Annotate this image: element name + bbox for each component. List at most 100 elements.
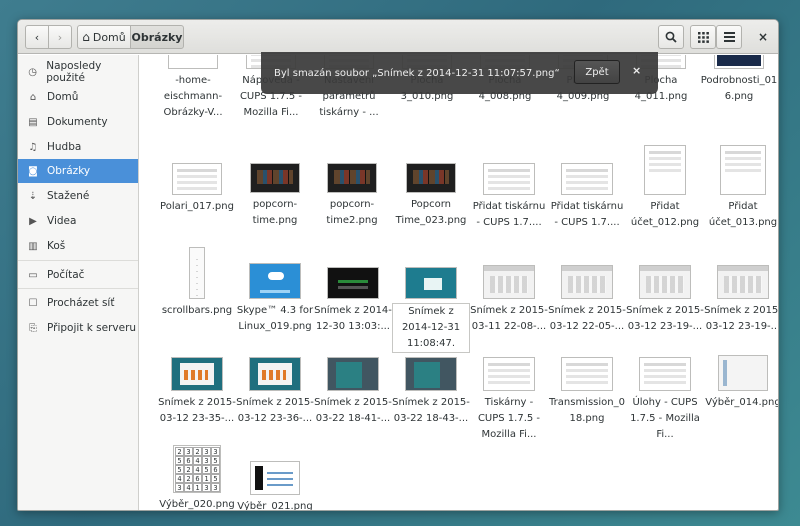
file-item[interactable]: scrollbars.png — [158, 247, 236, 319]
undo-notification: Byl smazán soubor „Snímek z 2014-12-31 1… — [261, 52, 658, 94]
file-thumbnail — [720, 145, 766, 195]
file-item[interactable]: Přidat tiskárnu - CUPS 1.7.... — [548, 163, 626, 231]
file-name: scrollbars.png — [161, 305, 233, 316]
puzzle-cell: 4 — [175, 474, 184, 483]
file-thumbnail — [405, 357, 457, 391]
notification-close-icon[interactable]: × — [632, 64, 641, 77]
sidebar-item-documents[interactable]: ▤ Dokumenty — [18, 110, 138, 134]
search-icon — [665, 31, 677, 43]
file-item[interactable]: Tiskárny - CUPS 1.7.5 - Mozilla Fi... — [470, 357, 548, 443]
file-grid: -home-eischmann-Obrázky-V... Nápověda - … — [140, 55, 778, 510]
file-item[interactable]: Snímek z 2015-03-11 22-08-... — [470, 265, 548, 335]
file-item[interactable]: Snímek z 2015-03-22 18-43-... — [392, 357, 470, 427]
sidebar-item-label: Počítač — [47, 269, 85, 281]
view-mode-button[interactable] — [690, 25, 716, 49]
file-name: Podrobnosti_016.png — [700, 75, 778, 102]
camera-icon: ◙ — [28, 165, 38, 177]
sidebar-item-label: Stažené — [47, 190, 90, 202]
file-thumbnail — [483, 265, 535, 299]
puzzle-cell: 6 — [211, 465, 220, 474]
undo-button-label: Zpět — [585, 66, 609, 78]
breadcrumb-current[interactable]: Obrázky — [130, 25, 184, 49]
home-icon: ⌂ — [29, 91, 37, 103]
file-item[interactable]: Snímek z 2015-03-22 18-41-... — [314, 357, 392, 427]
sidebar-item-home[interactable]: ⌂ Domů — [18, 85, 138, 109]
file-item[interactable]: -home-eischmann-Obrázky-V... — [154, 55, 232, 121]
file-thumbnail — [171, 357, 223, 391]
file-name: Přidat tiskárnu - CUPS 1.7.... — [550, 201, 624, 228]
sidebar-item-trash[interactable]: ▥ Koš — [18, 234, 138, 258]
header-bar: ‹ › ⌂ Domů Obrázky × — [18, 20, 778, 54]
puzzle-cell: 3 — [202, 447, 211, 456]
sidebar-item-label: Hudba — [47, 141, 82, 153]
file-name: Tiskárny - CUPS 1.7.5 - Mozilla Fi... — [477, 397, 541, 440]
file-name: Úlohy - CUPS 1.7.5 - Mozilla Fi... — [630, 397, 700, 440]
sidebar-item-label: Koš — [47, 240, 66, 252]
file-item[interactable]: Přidat účet_012.png — [626, 145, 704, 231]
file-item[interactable]: Snímek z 2014-12-30 13:03:... — [314, 267, 392, 335]
menu-button[interactable] — [716, 25, 742, 49]
file-item[interactable]: popcorn-time2.png — [313, 163, 391, 229]
file-thumbnail — [172, 163, 222, 195]
sidebar-item-music[interactable]: ♫ Hudba — [18, 135, 138, 159]
puzzle-cell: 3 — [202, 483, 211, 492]
file-item[interactable]: Přidat tiskárnu - CUPS 1.7.... — [470, 163, 548, 231]
file-name: Snímek z 2015-03-22 18-43-... — [392, 397, 470, 424]
notification-message: Byl smazán soubor „Snímek z 2014-12-31 1… — [274, 67, 560, 79]
forward-button[interactable]: › — [48, 25, 72, 49]
file-name: Snímek z 2015-03-12 22-05-... — [548, 305, 626, 332]
puzzle-cell: 6 — [193, 474, 202, 483]
file-item[interactable]: Popcorn Time_023.png — [392, 163, 470, 229]
places-sidebar: ◷ Naposledy použité ⌂ Domů ▤ Dokumenty ♫ Hud… — [18, 55, 139, 510]
back-button[interactable]: ‹ — [25, 25, 49, 49]
file-thumbnail — [483, 357, 535, 391]
breadcrumb-home[interactable]: ⌂ Domů — [77, 25, 131, 49]
sidebar-item-label: Připojit k serveru — [47, 322, 137, 334]
puzzle-cell: 3 — [211, 483, 220, 492]
file-name: Snímek z 2014-12-30 13:03:... — [314, 305, 392, 332]
file-item[interactable]: Transmission_018.png — [548, 357, 626, 427]
puzzle-cell: 3 — [175, 483, 184, 492]
sidebar-item-recent[interactable]: ◷ Naposledy použité — [18, 60, 138, 84]
puzzle-cell: 4 — [184, 483, 193, 492]
file-thumbnail — [327, 163, 377, 193]
file-item-selected[interactable]: Snímek z 2014-12-31 11:08:47. — [392, 267, 470, 353]
puzzle-cell: 5 — [202, 465, 211, 474]
undo-button[interactable]: Zpět — [574, 60, 620, 84]
file-item[interactable]: 2323356435524564261534133 Výběr_020.png — [158, 445, 236, 510]
clock-icon: ◷ — [28, 66, 37, 78]
sidebar-item-label: Naposledy použité — [46, 60, 102, 84]
file-thumbnail — [250, 163, 300, 193]
sidebar-item-label: Obrázky — [47, 165, 91, 177]
file-item[interactable]: Polari_017.png — [158, 163, 236, 215]
sidebar-item-computer[interactable]: ▭ Počítač — [18, 263, 138, 287]
file-thumbnail — [639, 265, 691, 299]
sidebar-item-network[interactable]: ☐ Procházet síť — [18, 291, 138, 315]
file-item[interactable]: Úlohy - CUPS 1.7.5 - Mozilla Fi... — [626, 357, 704, 443]
puzzle-cell: 4 — [193, 456, 202, 465]
sidebar-item-videos[interactable]: ▶ Videa — [18, 209, 138, 233]
file-name: Snímek z 2015-03-12 23-36-... — [236, 397, 314, 424]
file-item[interactable]: popcorn-time.png — [236, 163, 314, 229]
sidebar-item-pictures[interactable]: ◙ Obrázky — [18, 159, 138, 183]
sidebar-item-connect-server[interactable]: ⎘ Připojit k serveru — [18, 316, 138, 340]
sidebar-item-downloads[interactable]: ⇣ Stažené — [18, 184, 138, 208]
file-item[interactable]: Podrobnosti_016.png — [700, 55, 778, 105]
puzzle-cell: 5 — [175, 465, 184, 474]
file-thumbnail — [327, 267, 379, 299]
file-item[interactable]: Snímek z 2015-03-12 23-36-... — [236, 357, 314, 427]
window-close-button[interactable]: × — [754, 25, 772, 49]
file-thumbnail — [718, 355, 768, 391]
file-item[interactable]: Snímek z 2015-03-12 23-35-... — [158, 357, 236, 427]
file-item[interactable]: Přidat účet_013.png — [704, 145, 778, 231]
file-name: Snímek z 2015-03-12 23-19-... — [704, 305, 778, 332]
document-icon: ▤ — [28, 116, 38, 128]
computer-icon: ▭ — [28, 269, 38, 281]
file-item[interactable]: Výběr_014.png — [704, 355, 778, 411]
search-button[interactable] — [658, 25, 684, 49]
file-item[interactable]: Snímek z 2015-03-12 22-05-... — [548, 265, 626, 335]
file-item[interactable]: Snímek z 2015-03-12 23-19-... — [704, 265, 778, 335]
file-item[interactable]: Skype™ 4.3 for Linux_019.png — [236, 263, 314, 335]
file-item[interactable]: Výběr_021.png — [236, 461, 314, 510]
file-item[interactable]: Snímek z 2015-03-12 23-19-... — [626, 265, 704, 335]
